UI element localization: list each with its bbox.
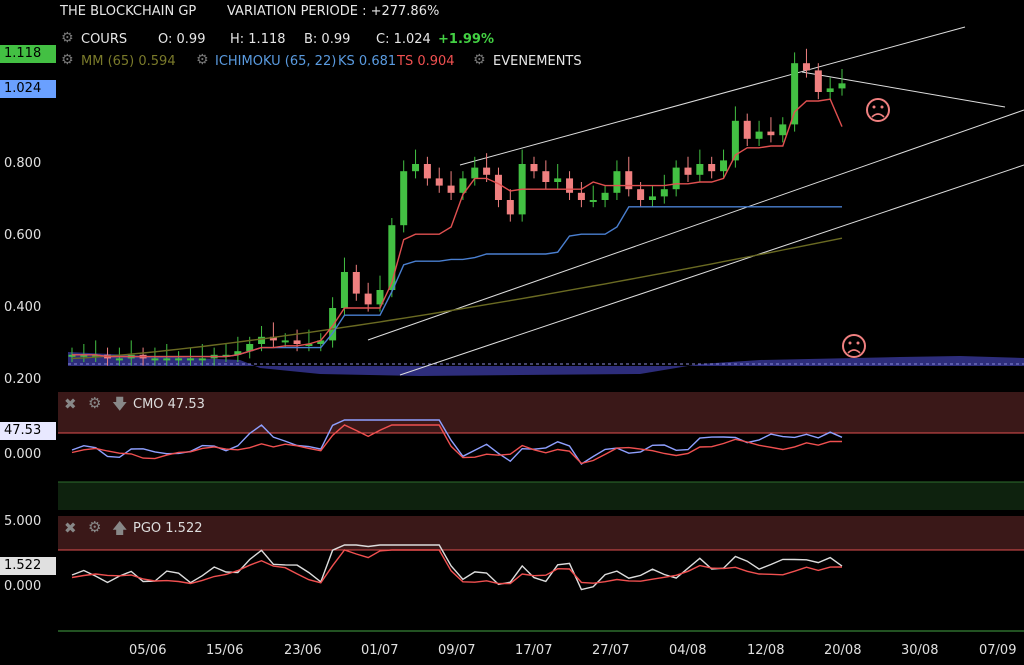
candle-body[interactable] <box>151 358 159 361</box>
candle-body[interactable] <box>779 124 787 136</box>
x-tick-label: 20/08 <box>824 643 862 658</box>
pgo-value-tag: 1.522 <box>0 557 56 575</box>
candle-body[interactable] <box>648 196 656 200</box>
pgo-label: PGO 1.522 <box>133 521 203 536</box>
kijun-line <box>72 206 842 358</box>
sad-face-icon[interactable] <box>842 334 866 358</box>
x-tick-label: 04/08 <box>669 643 707 658</box>
cmo-zero-tick: 0.000 <box>4 447 42 462</box>
candle-body[interactable] <box>696 164 704 175</box>
candle-body[interactable] <box>708 164 716 172</box>
x-tick-label: 17/07 <box>515 643 553 658</box>
candle-body[interactable] <box>838 83 846 89</box>
candle-body[interactable] <box>175 358 183 361</box>
candle-body[interactable] <box>198 358 206 361</box>
pgo-close-icon[interactable]: ✖ <box>64 519 77 537</box>
candle-body[interactable] <box>447 185 455 193</box>
candle-body[interactable] <box>720 160 728 172</box>
candle-body[interactable] <box>791 63 799 125</box>
cmo-value-tag: 47.53 <box>0 422 56 440</box>
candle-body[interactable] <box>258 336 266 344</box>
candle-body[interactable] <box>352 272 360 294</box>
candle-body[interactable] <box>412 164 420 172</box>
candle-body[interactable] <box>340 272 348 308</box>
sad-face-icon[interactable] <box>866 98 890 122</box>
candle-body[interactable] <box>293 340 301 344</box>
candle-body[interactable] <box>601 192 609 200</box>
candle-body[interactable] <box>814 70 822 92</box>
pgo-top-tick: 5.000 <box>4 514 42 529</box>
candle-body[interactable] <box>802 63 810 71</box>
pgo-overbought-zone <box>58 516 1024 550</box>
candle-body[interactable] <box>423 164 431 179</box>
candle-body[interactable] <box>542 171 550 182</box>
candle-body[interactable] <box>281 340 289 343</box>
x-tick-label: 09/07 <box>438 643 476 658</box>
trendline-upper <box>459 26 966 166</box>
pgo-arrow-up-icon[interactable]: 🡅 <box>112 518 127 543</box>
tenkan-line <box>72 98 843 358</box>
candle-body[interactable] <box>471 167 479 179</box>
candle-body[interactable] <box>530 164 538 172</box>
pgo-gear-icon[interactable]: ⚙ <box>88 518 101 536</box>
candle-body[interactable] <box>115 358 123 361</box>
candle-body[interactable] <box>767 131 775 136</box>
candle-body[interactable] <box>566 178 574 193</box>
mm65-line <box>71 237 843 360</box>
x-tick-label: 07/09 <box>979 643 1017 658</box>
cmo-close-icon[interactable]: ✖ <box>64 395 77 413</box>
candle-body[interactable] <box>577 192 585 200</box>
candle-body[interactable] <box>743 120 751 139</box>
x-tick-label: 27/07 <box>592 643 630 658</box>
candle-body[interactable] <box>364 293 372 305</box>
pgo-signal-line <box>71 549 843 585</box>
candle-body[interactable] <box>826 88 834 92</box>
chart-canvas[interactable] <box>0 0 1024 665</box>
candle-body[interactable] <box>483 167 491 175</box>
candle-body[interactable] <box>506 200 514 215</box>
x-tick-label: 30/08 <box>901 643 939 658</box>
cmo-label: CMO 47.53 <box>133 397 205 412</box>
candle-body[interactable] <box>755 131 763 139</box>
candle-body[interactable] <box>400 171 408 226</box>
candle-body[interactable] <box>613 171 621 193</box>
cmo-oversold-zone <box>58 482 1024 510</box>
candle-body[interactable] <box>186 358 194 361</box>
candle-body[interactable] <box>163 358 171 361</box>
candle-body[interactable] <box>435 178 443 186</box>
x-tick-label: 12/08 <box>747 643 785 658</box>
x-tick-label: 01/07 <box>361 643 399 658</box>
x-tick-label: 05/06 <box>129 643 167 658</box>
trendline-lower <box>399 164 1024 376</box>
x-tick-label: 15/06 <box>206 643 244 658</box>
trendline-middle <box>367 109 1024 341</box>
candle-body[interactable] <box>660 189 668 197</box>
cmo-gear-icon[interactable]: ⚙ <box>88 394 101 412</box>
candle-body[interactable] <box>554 178 562 182</box>
candle-body[interactable] <box>589 200 597 202</box>
candle-body[interactable] <box>637 189 645 200</box>
candle-body[interactable] <box>684 167 692 175</box>
pgo-zero-tick: 0.000 <box>4 579 42 594</box>
cmo-arrow-down-icon[interactable]: 🡇 <box>112 394 127 419</box>
candle-body[interactable] <box>672 167 680 190</box>
candle-body[interactable] <box>494 174 502 200</box>
candle-body[interactable] <box>625 171 633 190</box>
x-tick-label: 23/06 <box>284 643 322 658</box>
